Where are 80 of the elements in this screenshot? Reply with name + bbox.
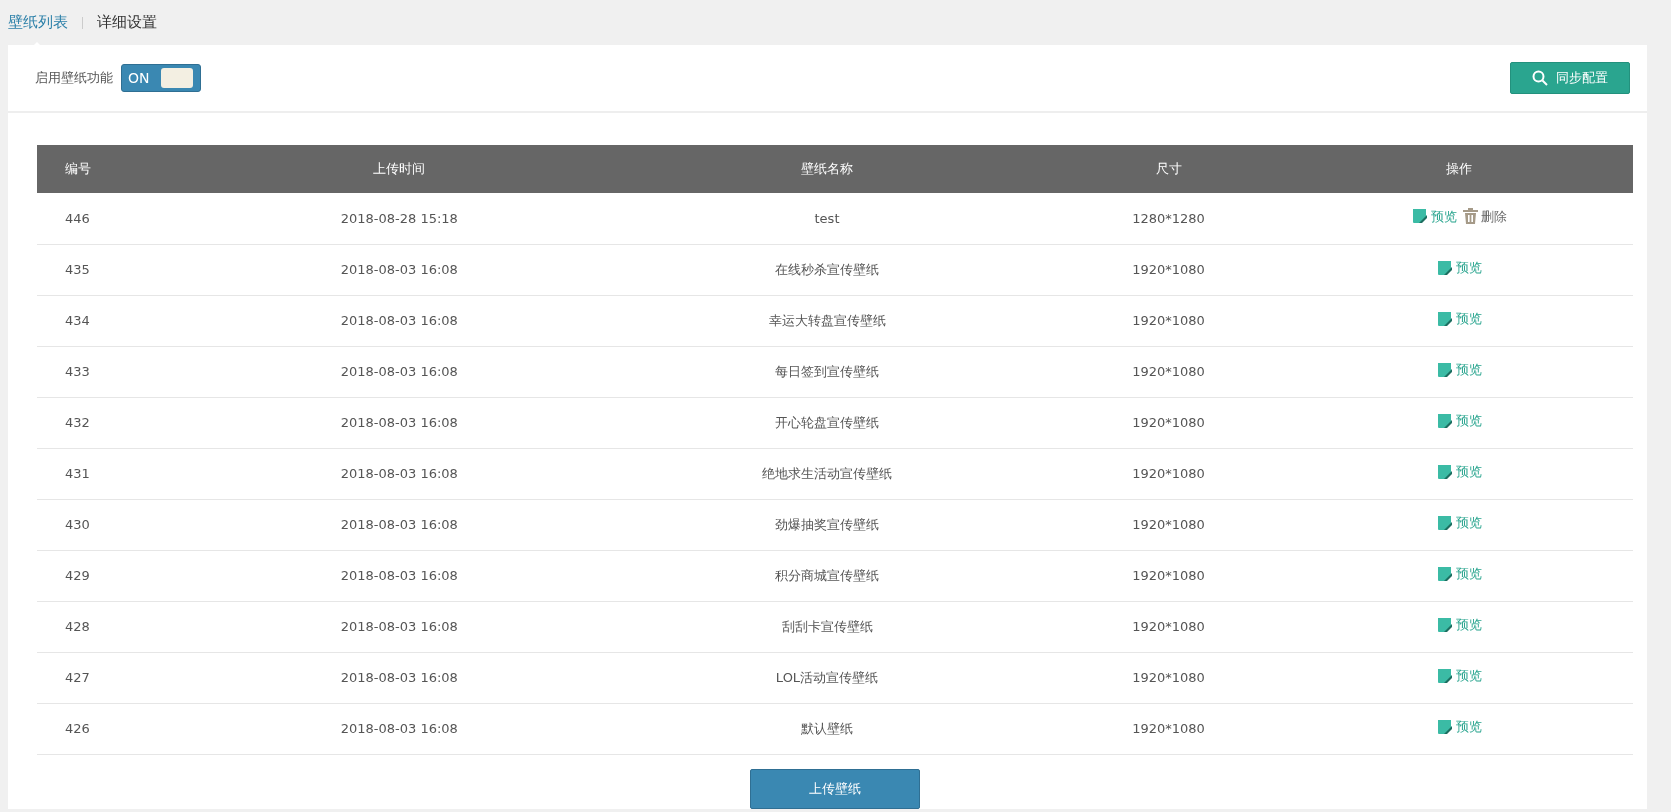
note-icon	[1436, 718, 1453, 735]
preview-link[interactable]: 预览	[1436, 614, 1482, 635]
table-cell: 1920*1080	[1052, 703, 1286, 754]
table-cell: 1920*1080	[1052, 601, 1286, 652]
note-icon	[1436, 259, 1453, 276]
preview-link[interactable]: 预览	[1436, 512, 1482, 533]
table-cell: 1920*1080	[1052, 397, 1286, 448]
preview-link[interactable]: 预览	[1436, 461, 1482, 482]
table-cell: 每日签到宣传壁纸	[601, 346, 1053, 397]
table-cell: 1280*1280	[1052, 193, 1286, 244]
table-cell: test	[601, 193, 1053, 244]
table-cell: 2018-08-03 16:08	[196, 499, 602, 550]
table-cell: 1920*1080	[1052, 346, 1286, 397]
note-icon	[1436, 310, 1453, 327]
table-cell: 428	[37, 601, 197, 652]
table-cell: 427	[37, 652, 197, 703]
table-cell: 2018-08-03 16:08	[196, 448, 602, 499]
column-header: 操作	[1285, 145, 1633, 193]
table-cell: 426	[37, 703, 197, 754]
table-cell: 431	[37, 448, 197, 499]
table-cell: 2018-08-03 16:08	[196, 703, 602, 754]
note-icon	[1436, 565, 1453, 582]
preview-link[interactable]: 预览	[1436, 563, 1482, 584]
table-cell: 刮刮卡宣传壁纸	[601, 601, 1053, 652]
table-cell: 1920*1080	[1052, 652, 1286, 703]
preview-link[interactable]: 预览	[1436, 410, 1482, 431]
table-cell: 430	[37, 499, 197, 550]
table-cell: 2018-08-03 16:08	[196, 346, 602, 397]
note-icon	[1436, 616, 1453, 633]
table-cell: 433	[37, 346, 197, 397]
preview-link[interactable]: 预览	[1436, 308, 1482, 329]
tab[interactable]: 壁纸列表	[8, 11, 68, 34]
note-icon	[1411, 208, 1428, 225]
table-cell: 积分商城宣传壁纸	[601, 550, 1053, 601]
sync-button[interactable]: 同步配置	[1510, 62, 1630, 94]
note-icon	[1436, 361, 1453, 378]
trash-icon	[1462, 208, 1478, 225]
table-cell: 默认壁纸	[601, 703, 1053, 754]
preview-link[interactable]: 预览	[1436, 359, 1482, 380]
upload-button[interactable]: 上传壁纸	[750, 768, 920, 809]
preview-link[interactable]: 预览	[1411, 206, 1457, 227]
table-cell: LOL活动宣传壁纸	[601, 652, 1053, 703]
table-cell: 劲爆抽奖宣传壁纸	[601, 499, 1053, 550]
preview-link[interactable]: 预览	[1436, 716, 1482, 737]
table-cell: 1920*1080	[1052, 448, 1286, 499]
table-cell: 2018-08-03 16:08	[196, 652, 602, 703]
table-cell: 2018-08-03 16:08	[196, 397, 602, 448]
note-icon	[1436, 514, 1453, 531]
search-icon	[1532, 70, 1548, 86]
tab[interactable]: 详细设置	[97, 11, 157, 34]
table-cell: 2018-08-03 16:08	[196, 244, 602, 295]
table-cell: 434	[37, 295, 197, 346]
table-cell: 绝地求生活动宣传壁纸	[601, 448, 1053, 499]
column-header: 上传时间	[196, 145, 602, 193]
table-cell: 435	[37, 244, 197, 295]
table-cell: 432	[37, 397, 197, 448]
note-icon	[1436, 463, 1453, 480]
preview-link[interactable]: 预览	[1436, 665, 1482, 686]
table-cell: 在线秒杀宣传壁纸	[601, 244, 1053, 295]
preview-link[interactable]: 预览	[1436, 257, 1482, 278]
note-icon	[1436, 667, 1453, 684]
table-cell: 1920*1080	[1052, 295, 1286, 346]
note-icon	[1436, 412, 1453, 429]
table-cell: 429	[37, 550, 197, 601]
toggle-label: 启用壁纸功能	[35, 69, 113, 88]
table-cell: 2018-08-03 16:08	[196, 295, 602, 346]
table-cell: 开心轮盘宣传壁纸	[601, 397, 1053, 448]
delete-link[interactable]: 删除	[1462, 206, 1507, 227]
table-cell: 幸运大转盘宣传壁纸	[601, 295, 1053, 346]
table-cell: 1920*1080	[1052, 244, 1286, 295]
table-cell: 2018-08-03 16:08	[196, 550, 602, 601]
table-cell: 2018-08-28 15:18	[196, 193, 602, 244]
table-cell: 1920*1080	[1052, 550, 1286, 601]
toggle-switch[interactable]: ON	[121, 64, 201, 92]
column-header: 尺寸	[1052, 145, 1286, 193]
table-cell: 446	[37, 193, 197, 244]
table-cell: 2018-08-03 16:08	[196, 601, 602, 652]
table-cell: 1920*1080	[1052, 499, 1286, 550]
column-header: 编号	[37, 145, 197, 193]
column-header: 壁纸名称	[601, 145, 1053, 193]
